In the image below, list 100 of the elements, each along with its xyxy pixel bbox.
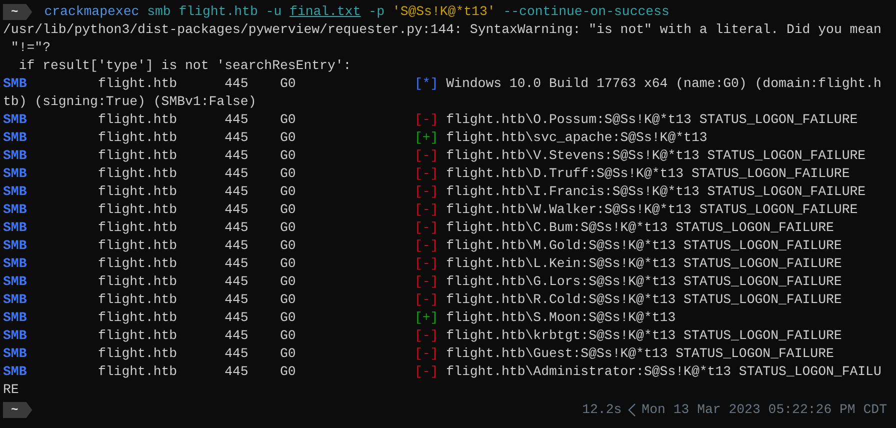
host-text: flight.htb <box>98 183 178 201</box>
status-marker: [-] <box>414 237 438 255</box>
status-marker: [-] <box>414 255 438 273</box>
result-message: flight.htb\S.Moon:S@Ss!K@*t13 <box>446 309 676 327</box>
status-marker: [-] <box>414 345 438 363</box>
result-message: flight.htb\I.Francis:S@Ss!K@*t13 STATUS_LOGON_FAILURE <box>446 183 866 201</box>
chevron-icon <box>628 403 636 417</box>
protocol-text: SMB <box>3 165 28 183</box>
port-text: 445 <box>224 291 250 309</box>
status-marker: [*] <box>414 75 438 93</box>
host-text: flight.htb <box>98 237 178 255</box>
host-text: flight.htb <box>98 345 178 363</box>
host-text: flight.htb <box>98 219 178 237</box>
host-text: flight.htb <box>98 309 178 327</box>
command-token: final.txt <box>290 3 361 21</box>
command-token: smb flight.htb -u <box>147 3 282 21</box>
command-token: crackmapexec <box>44 3 140 21</box>
status-marker: [-] <box>414 165 438 183</box>
result-message: flight.htb\V.Stevens:S@Ss!K@*t13 STATUS_LOGON_FAILURE <box>446 147 866 165</box>
hostname-text: G0 <box>280 291 297 309</box>
host-text: flight.htb <box>98 363 178 381</box>
prompt-directory-badge: ~ <box>3 4 32 20</box>
protocol-text: SMB <box>3 309 28 327</box>
port-text: 445 <box>224 129 250 147</box>
status-marker: [-] <box>414 273 438 291</box>
hostname-text: G0 <box>280 201 297 219</box>
protocol-text: SMB <box>3 327 28 345</box>
protocol-text: SMB <box>3 129 28 147</box>
port-text: 445 <box>224 309 250 327</box>
result-message: flight.htb\Administrator:S@Ss!K@*t13 STATUS_LOGON_FAILU <box>446 363 882 381</box>
warning-text: "!="? <box>10 39 50 57</box>
status-marker: [-] <box>414 363 438 381</box>
hostname-text: G0 <box>280 165 297 183</box>
port-text: 445 <box>224 345 250 363</box>
status-marker: [-] <box>414 201 438 219</box>
protocol-text: SMB <box>3 237 28 255</box>
protocol-text: SMB <box>3 147 28 165</box>
hostname-text: G0 <box>280 147 297 165</box>
hostname-text: G0 <box>280 237 297 255</box>
protocol-text: SMB <box>3 291 28 309</box>
hostname-text: G0 <box>280 219 297 237</box>
protocol-text: SMB <box>3 111 28 129</box>
result-message: flight.htb\G.Lors:S@Ss!K@*t13 STATUS_LOGON_FAILURE <box>446 273 842 291</box>
status-marker: [-] <box>414 183 438 201</box>
status-marker: [-] <box>414 291 438 309</box>
port-text: 445 <box>224 273 250 291</box>
hostname-text: G0 <box>280 75 297 93</box>
result-message: flight.htb\L.Kein:S@Ss!K@*t13 STATUS_LOGON_FAILURE <box>446 255 842 273</box>
hostname-text: G0 <box>280 129 297 147</box>
hostname-text: G0 <box>280 273 297 291</box>
port-text: 445 <box>224 147 250 165</box>
warning-text: /usr/lib/python3/dist-packages/pywerview/requester.py:144: SyntaxWarning: "is not" with a literal. Did you mean <box>3 21 882 39</box>
host-text: flight.htb <box>98 75 178 93</box>
result-message: flight.htb\R.Cold:S@Ss!K@*t13 STATUS_LOGON_FAILURE <box>446 291 842 309</box>
result-message: Windows 10.0 Build 17763 x64 (name:G0) (domain:flight.h <box>446 75 882 93</box>
port-text: 445 <box>224 111 250 129</box>
command-token: --continue-on-success <box>503 3 670 21</box>
port-text: 445 <box>224 165 250 183</box>
hostname-text: G0 <box>280 255 297 273</box>
result-message: flight.htb\C.Bum:S@Ss!K@*t13 STATUS_LOGON_FAILURE <box>446 219 834 237</box>
protocol-text: SMB <box>3 219 28 237</box>
status-marker: [-] <box>414 327 438 345</box>
duration-text: 12.2s <box>582 401 622 419</box>
warning-text: if result['type'] is not 'searchResEntry': <box>18 57 352 75</box>
status-marker: [+] <box>414 309 438 327</box>
port-text: 445 <box>224 363 250 381</box>
host-text: flight.htb <box>98 147 178 165</box>
port-text: 445 <box>224 75 250 93</box>
protocol-text: SMB <box>3 345 28 363</box>
command-token: 'S@Ss!K@*t13' <box>392 3 496 21</box>
host-text: flight.htb <box>98 255 178 273</box>
port-text: 445 <box>224 183 250 201</box>
result-message: flight.htb\krbtgt:S@Ss!K@*t13 STATUS_LOGON_FAILURE <box>446 327 842 345</box>
host-text: flight.htb <box>98 291 178 309</box>
hostname-text: G0 <box>280 111 297 129</box>
host-text: flight.htb <box>98 165 178 183</box>
result-message: flight.htb\D.Truff:S@Ss!K@*t13 STATUS_LOGON_FAILURE <box>446 165 850 183</box>
protocol-text: SMB <box>3 201 28 219</box>
hostname-text: G0 <box>280 309 297 327</box>
protocol-text: SMB <box>3 273 28 291</box>
result-message-continuation: tb) (signing:True) (SMBv1:False) <box>3 93 256 111</box>
command-token: -p <box>368 3 384 21</box>
port-text: 445 <box>224 237 250 255</box>
timestamp-text: Mon 13 Mar 2023 05:22:26 PM CDT <box>642 401 887 419</box>
hostname-text: G0 <box>280 363 297 381</box>
host-text: flight.htb <box>98 111 178 129</box>
result-message-continuation: RE <box>3 381 19 399</box>
prompt-directory-badge: ~ <box>3 402 32 418</box>
port-text: 445 <box>224 201 250 219</box>
host-text: flight.htb <box>98 273 178 291</box>
hostname-text: G0 <box>280 345 297 363</box>
hostname-text: G0 <box>280 183 297 201</box>
port-text: 445 <box>224 255 250 273</box>
hostname-text: G0 <box>280 327 297 345</box>
protocol-text: SMB <box>3 255 28 273</box>
status-marker: [+] <box>414 129 438 147</box>
result-message: flight.htb\O.Possum:S@Ss!K@*t13 STATUS_LOGON_FAILURE <box>446 111 858 129</box>
status-marker: [-] <box>414 111 438 129</box>
host-text: flight.htb <box>98 327 178 345</box>
protocol-text: SMB <box>3 363 28 381</box>
